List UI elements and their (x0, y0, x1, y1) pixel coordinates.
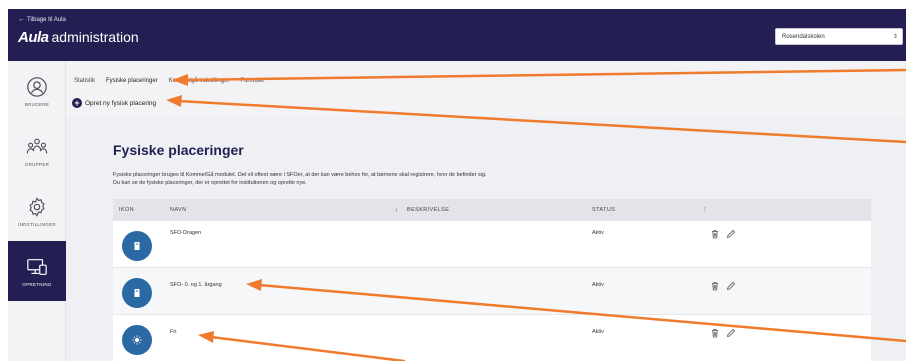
sidebar: BRUGERE GRUPPER INDSTILLINGER OPRETNING (8, 61, 66, 361)
page-title: Fysiske placeringer (113, 142, 244, 158)
row-status: Aktiv (592, 329, 604, 335)
row-status: Aktiv (592, 282, 604, 288)
column-header-description[interactable]: BESKRIVELSE (407, 207, 449, 213)
description-line-1: Fysiske placeringer bruges til Komme/Gå … (113, 172, 487, 178)
sidebar-item-settings[interactable]: INDSTILLINGER (8, 181, 66, 241)
gear-icon (29, 196, 45, 217)
row-actions (710, 229, 736, 239)
sidebar-item-label: OPRETNING (22, 281, 52, 287)
top-header: ← Tilbage til Aula Aula administration R… (8, 9, 906, 61)
back-link-label: Tilbage til Aula (27, 16, 66, 23)
row-status: Aktiv (592, 230, 604, 236)
tab-forms[interactable]: Formuler (240, 78, 264, 84)
trash-icon[interactable] (710, 281, 720, 291)
column-header-options: ⁝ (704, 207, 707, 213)
column-header-name[interactable]: NAVN (170, 207, 186, 213)
pencil-icon[interactable] (726, 328, 736, 338)
column-header-icon: IKON (119, 207, 135, 213)
row-name: Fri (170, 329, 177, 335)
table-row: Fri Aktiv (113, 315, 871, 361)
tab-physical-locations[interactable]: Fysiske placeringer (106, 78, 158, 84)
row-location-icon (122, 231, 152, 261)
row-name: SFO- 0. og 1. årgang (170, 282, 222, 288)
aula-logo: Aula (18, 29, 49, 46)
main-content: Fysiske placeringer Fysiske placeringer … (66, 116, 906, 361)
create-location-button[interactable]: + Opret ny fysisk placering (72, 98, 156, 108)
page-description: Fysiske placeringer bruges til Komme/Gå … (113, 172, 673, 187)
table-row: SFO- 0. og 1. årgang Aktiv (113, 268, 871, 315)
group-icon (26, 138, 48, 153)
sidebar-item-creation[interactable]: OPRETNING (8, 241, 66, 301)
table-header: IKON NAVN ↓ BESKRIVELSE STATUS ⁝ (113, 199, 871, 221)
sidebar-item-users[interactable]: BRUGERE (8, 61, 66, 121)
select-caret-icon: ⇕ (892, 34, 898, 40)
back-to-aula-link[interactable]: ← Tilbage til Aula (18, 16, 66, 23)
row-name: SFO-Dragen (170, 230, 202, 236)
building-icon (134, 242, 140, 250)
school-select-value: Rosendalskolen (782, 33, 825, 40)
stage: ← Tilbage til Aula Aula administration R… (0, 0, 906, 361)
sidebar-item-label: INDSTILLINGER (18, 221, 56, 227)
sidebar-item-label: GRUPPER (24, 161, 50, 167)
school-select[interactable]: Rosendalskolen ⇕ (775, 28, 903, 45)
trash-icon[interactable] (710, 229, 720, 239)
building-icon (134, 289, 140, 297)
tab-bar: Statistik Fysiske placeringer Komme/gå i… (74, 78, 264, 84)
plus-icon: + (72, 98, 82, 108)
row-location-icon (122, 325, 152, 355)
sub-navigation: Statistik Fysiske placeringer Komme/gå i… (66, 61, 906, 116)
table-row: SFO-Dragen Aktiv (113, 221, 871, 268)
tab-statistics[interactable]: Statistik (74, 78, 95, 84)
create-location-label: Opret ny fysisk placering (85, 99, 157, 107)
row-location-icon (122, 278, 152, 308)
arrow-left-icon: ← (18, 16, 25, 23)
devices-icon (27, 258, 47, 275)
pencil-icon[interactable] (726, 229, 736, 239)
app-title: administration (51, 29, 139, 45)
sidebar-item-groups[interactable]: GRUPPER (8, 121, 66, 181)
tab-check-in-settings[interactable]: Komme/gå indstillinger (169, 78, 230, 84)
sort-arrow-icon[interactable]: ↓ (395, 207, 398, 213)
description-line-2: Du kan se de fysiske placeringer, der er… (113, 179, 307, 186)
sun-icon (132, 335, 142, 345)
column-header-status[interactable]: STATUS (592, 207, 615, 213)
row-actions (710, 328, 736, 338)
user-icon (27, 76, 47, 97)
app-brand[interactable]: Aula administration (18, 29, 139, 46)
row-actions (710, 281, 736, 291)
sidebar-item-label: BRUGERE (24, 101, 50, 107)
pencil-icon[interactable] (726, 281, 736, 291)
trash-icon[interactable] (710, 328, 720, 338)
